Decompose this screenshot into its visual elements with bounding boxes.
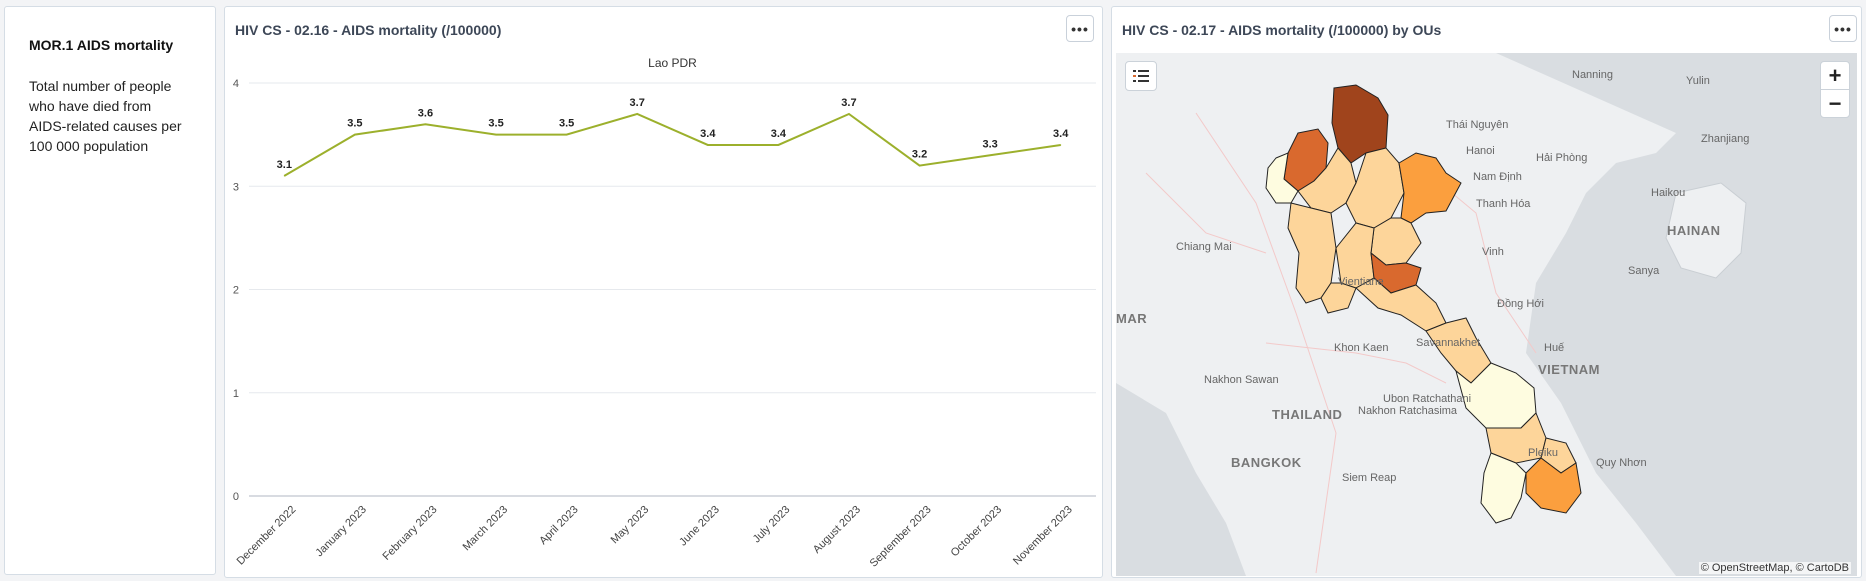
x-tick-label: March 2023: [461, 504, 511, 554]
y-tick-label: 1: [233, 388, 239, 400]
map-city-label: MAR: [1116, 311, 1148, 326]
data-point: [495, 134, 497, 136]
data-point: [354, 134, 356, 136]
map-city-label: Zhanjiang: [1701, 133, 1750, 145]
map-city-label: Vientiane: [1338, 276, 1384, 288]
map-city-label: Yulin: [1686, 75, 1710, 87]
data-point: [919, 165, 921, 167]
map-city-label: Haikou: [1651, 187, 1686, 199]
list-icon: [1133, 70, 1149, 82]
map-city-label: THAILAND: [1272, 407, 1343, 422]
data-point: [1060, 144, 1062, 146]
indicator-description: Total number of people who have died fro…: [29, 78, 182, 154]
map-city-label: Sanya: [1628, 265, 1660, 277]
map-city-label: Hanoi: [1466, 145, 1495, 157]
x-tick-label: January 2023: [313, 504, 369, 560]
province-champasak: [1480, 452, 1527, 524]
map-city-label: Chiang Mai: [1176, 241, 1232, 253]
map-city-label: Huế: [1544, 342, 1565, 354]
chart-card-title: HIV CS - 02.16 - AIDS mortality (/100000…: [235, 22, 502, 38]
x-tick-label: April 2023: [537, 504, 581, 548]
x-tick-label: August 2023: [811, 504, 863, 556]
province-houaphanh: [1398, 152, 1462, 224]
data-point: [424, 123, 426, 125]
indicator-title: MOR.1 AIDS mortality: [29, 37, 174, 53]
map-city-label: Nanning: [1572, 69, 1613, 81]
data-point: [848, 113, 850, 115]
y-tick-label: 3: [233, 181, 239, 193]
x-tick-label: September 2023: [868, 504, 934, 570]
map-card-title: HIV CS - 02.17 - AIDS mortality (/100000…: [1122, 22, 1442, 38]
map-city-label: BANGKOK: [1231, 455, 1302, 470]
map-city-label: Savannakhet: [1416, 337, 1481, 349]
data-label: 3.4: [700, 128, 716, 140]
map-city-label: Hải Phòng: [1536, 152, 1588, 164]
data-point: [777, 144, 779, 146]
map-city-label: Đồng Hới: [1497, 298, 1544, 310]
line-chart: Lao PDR 0 1 2 3 4 3.1 December 2022 3.5 January 2…: [233, 56, 1096, 570]
map-legend-button[interactable]: [1125, 61, 1157, 91]
data-label: 3.4: [771, 128, 787, 140]
zoom-out-button[interactable]: −: [1820, 89, 1850, 118]
map-city-label: Vinh: [1482, 246, 1504, 258]
x-tick-label: June 2023: [677, 504, 722, 549]
map-city-label: Thanh Hóa: [1476, 198, 1531, 210]
data-label: 3.7: [630, 97, 645, 109]
data-label: 3.3: [982, 138, 997, 150]
data-label: 3.6: [418, 107, 433, 119]
data-label: 3.2: [912, 149, 927, 161]
data-label: 3.1: [277, 159, 292, 171]
x-tick-label: November 2023: [1011, 504, 1075, 568]
indicator-info-card: MOR.1 AIDS mortality Total number of peo…: [4, 6, 216, 575]
x-tick-label: December 2022: [235, 504, 299, 568]
data-point: [707, 144, 709, 146]
data-label: 3.5: [488, 118, 503, 130]
y-tick-label: 4: [233, 78, 239, 90]
x-tick-label: July 2023: [751, 504, 793, 546]
zoom-in-button[interactable]: +: [1820, 61, 1850, 90]
map-basemap: [1116, 53, 1857, 576]
map-city-label: Siem Reap: [1342, 472, 1397, 484]
data-point: [636, 113, 638, 115]
series-line: [283, 112, 1061, 177]
x-tick-label: May 2023: [609, 504, 652, 547]
map-city-label: Thái Nguyên: [1446, 119, 1509, 131]
map-city-label: Ubon Ratchathani: [1383, 393, 1472, 405]
map-city-label: Nakhon Ratchasima: [1358, 405, 1458, 417]
province-xiengkhouang: [1370, 217, 1422, 266]
line-chart-card: Lao PDR 0 1 2 3 4 3.1 December 2022 3.5 January 2…: [224, 6, 1103, 578]
data-point: [566, 134, 568, 136]
gulf-area: [1116, 383, 1246, 576]
x-tick-label: February 2023: [381, 504, 440, 563]
map-card: HIV CS - 02.17 - AIDS mortality (/100000…: [1111, 6, 1862, 578]
chart-menu-button[interactable]: •••: [1066, 15, 1094, 42]
y-tick-label: 0: [233, 491, 239, 503]
chart-title: Lao PDR: [648, 56, 697, 70]
data-point: [283, 175, 285, 177]
map-city-label: HAINAN: [1667, 223, 1721, 238]
data-label: 3.4: [1053, 128, 1069, 140]
map-city-label: Quy Nhơn: [1596, 457, 1647, 469]
x-tick-label: October 2023: [949, 504, 1005, 560]
map-attribution: © OpenStreetMap, © CartoDB: [1698, 562, 1851, 574]
map-city-label: Pleiku: [1528, 447, 1558, 459]
map-menu-button[interactable]: •••: [1829, 15, 1857, 42]
data-point: [989, 154, 991, 156]
map-city-label: Khon Kaen: [1334, 342, 1389, 354]
data-label: 3.5: [347, 118, 362, 130]
map-city-label: Nam Định: [1473, 171, 1522, 183]
map-city-label: VIETNAM: [1538, 362, 1600, 377]
y-tick-label: 2: [233, 285, 239, 297]
data-label: 3.7: [841, 97, 856, 109]
map-city-label: Nakhon Sawan: [1204, 374, 1279, 386]
data-label: 3.5: [559, 118, 574, 130]
map-view[interactable]: Nanning Yulin Thái Nguyên Zhanjiang Hano…: [1116, 53, 1857, 576]
